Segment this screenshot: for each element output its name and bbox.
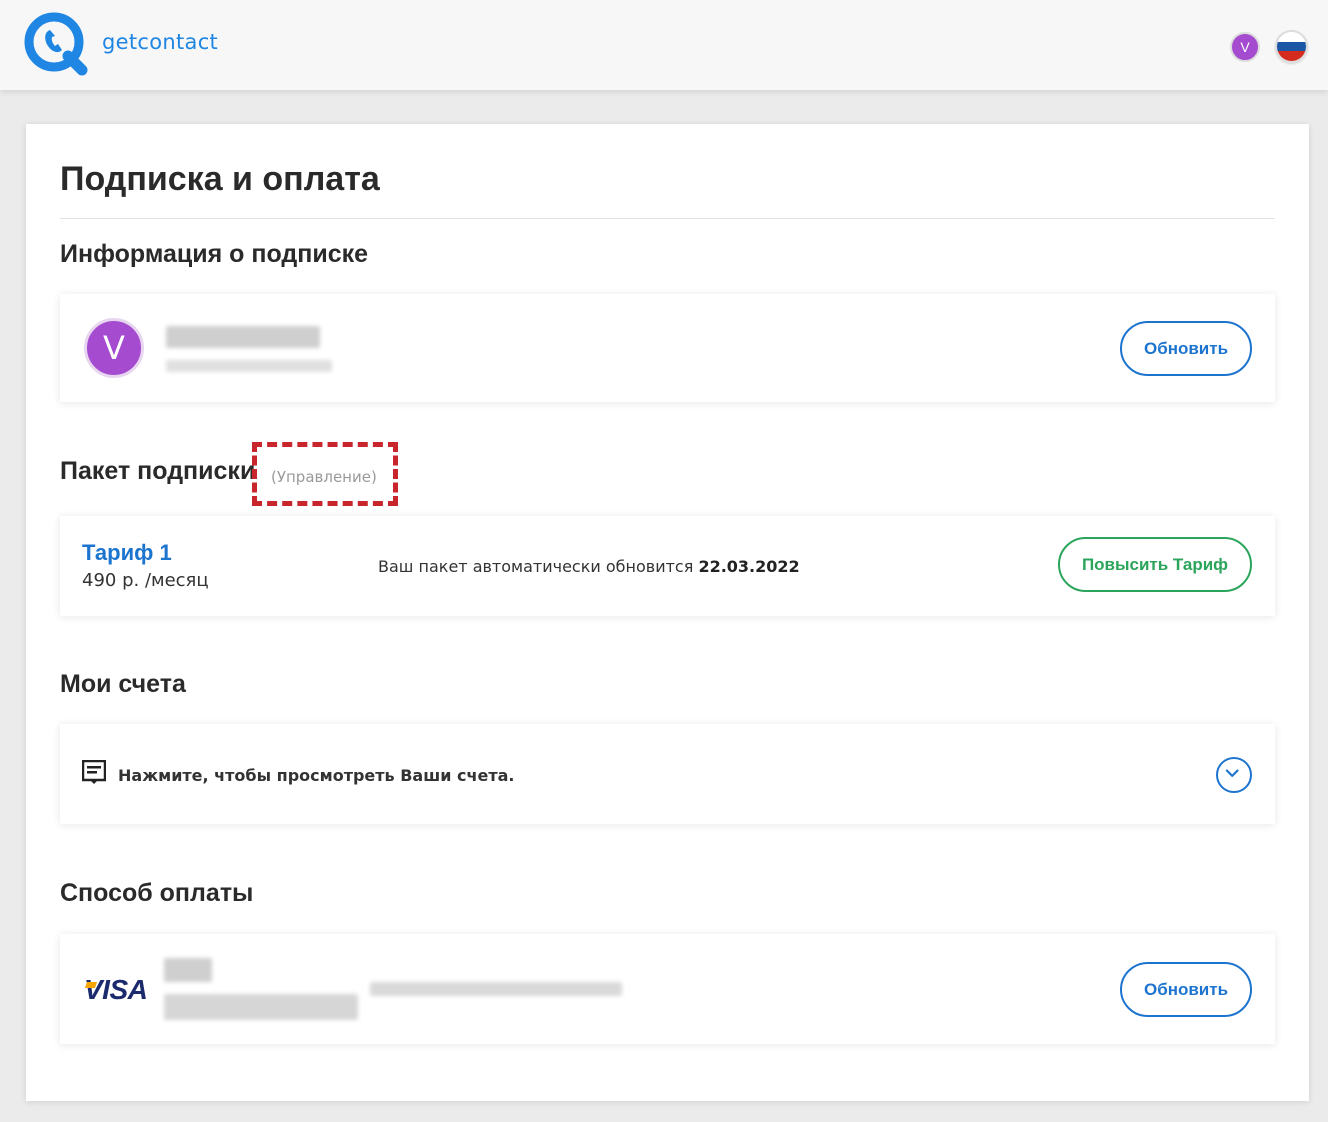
renewal-date: 22.03.2022 bbox=[698, 557, 800, 576]
plan-name: Тариф 1 bbox=[82, 540, 172, 565]
subscription-info-title: Информация о подписке bbox=[60, 240, 369, 268]
manage-link[interactable]: (Управление) bbox=[271, 468, 377, 486]
flag-stripe-blue bbox=[1277, 41, 1306, 52]
update-payment-button[interactable]: Обновить bbox=[1120, 962, 1252, 1017]
renewal-text: Ваш пакет автоматически обновится bbox=[378, 557, 694, 576]
brand-name[interactable]: getcontact bbox=[102, 30, 218, 54]
upgrade-plan-button[interactable]: Повысить Тариф bbox=[1058, 537, 1252, 592]
package-title: Пакет подписки bbox=[60, 457, 256, 485]
redacted-name bbox=[166, 326, 320, 348]
title-divider bbox=[60, 218, 1275, 219]
redacted-card-details bbox=[370, 982, 622, 996]
expand-invoices-button[interactable] bbox=[1216, 757, 1252, 793]
getcontact-logo-icon[interactable] bbox=[24, 12, 90, 76]
payment-title: Способ оплаты bbox=[60, 879, 254, 907]
profile-avatar: V bbox=[84, 318, 144, 378]
main-card: Подписка и оплата Информация о подписке … bbox=[26, 124, 1309, 1101]
redacted-card-number bbox=[164, 994, 358, 1020]
flag-stripe-white bbox=[1277, 32, 1306, 42]
page-title: Подписка и оплата bbox=[60, 160, 380, 198]
plan-price: 490 р. /месяц bbox=[82, 570, 209, 591]
top-bar: getcontact V bbox=[0, 0, 1328, 90]
invoices-title: Мои счета bbox=[60, 670, 186, 698]
update-profile-button[interactable]: Обновить bbox=[1120, 321, 1252, 376]
chevron-down-icon bbox=[1225, 769, 1239, 777]
redacted-card-type bbox=[164, 958, 212, 982]
package-panel: Тариф 1 490 р. /месяц Ваш пакет автомати… bbox=[60, 516, 1275, 616]
invoice-icon bbox=[82, 760, 106, 784]
invoices-panel[interactable]: Нажмите, чтобы просмотреть Ваши счета. bbox=[60, 724, 1275, 824]
invoices-hint: Нажмите, чтобы просмотреть Ваши счета. bbox=[118, 766, 515, 785]
visa-logo: VISA bbox=[84, 974, 148, 1005]
redacted-email bbox=[166, 360, 332, 372]
subscription-info-panel: V Обновить bbox=[60, 294, 1275, 402]
payment-panel: VISA Обновить bbox=[60, 934, 1275, 1044]
language-flag-icon[interactable] bbox=[1275, 30, 1308, 63]
user-avatar[interactable]: V bbox=[1230, 32, 1260, 62]
renewal-info: Ваш пакет автоматически обновится 22.03.… bbox=[378, 557, 800, 576]
flag-stripe-red bbox=[1277, 51, 1306, 61]
